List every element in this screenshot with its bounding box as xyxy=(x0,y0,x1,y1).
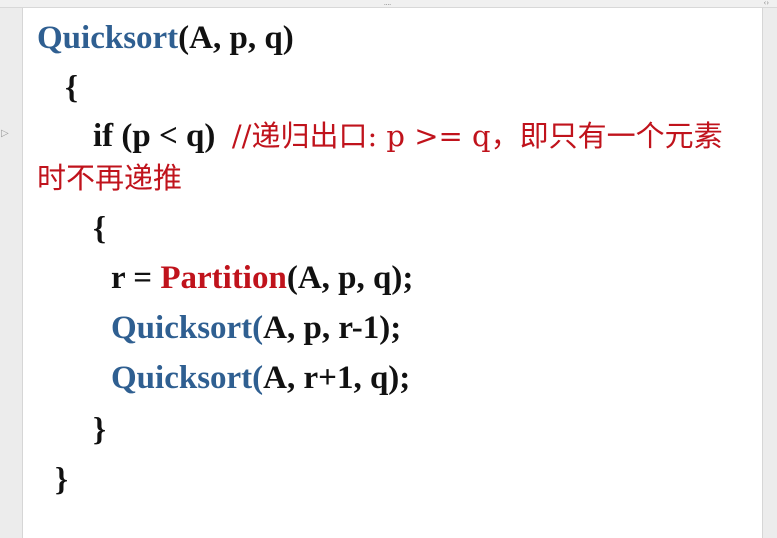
code-line-10: } xyxy=(55,462,69,498)
slide-canvas[interactable]: Quicksort(A, p, q) { if (p < q) //递归出口: … xyxy=(22,8,763,538)
if-condition: if (p < q) xyxy=(93,118,216,154)
code-line-8: Quicksort(A, r+1, q); xyxy=(111,358,410,398)
recursive-args-left: A, p, r-1); xyxy=(263,310,402,346)
slide-marker-icon: ▷ xyxy=(1,128,9,139)
code-comment: //递归出口: p >= q，即只有一个元素 xyxy=(231,119,723,153)
top-splitter-bar[interactable]: .... ‹› xyxy=(0,0,777,8)
resize-horizontal-icon[interactable]: ‹› xyxy=(764,0,769,7)
code-line-5: { xyxy=(93,211,107,247)
code-line-9: } xyxy=(93,412,107,448)
recursive-args-right: A, r+1, q); xyxy=(263,360,411,396)
recursive-call-left: Quicksort( xyxy=(111,310,264,346)
code-line-2: { xyxy=(65,70,79,106)
code-line-1: Quicksort(A, p, q) xyxy=(37,18,294,58)
code-comment-continued: 时不再递推 xyxy=(37,161,183,195)
code-line-3: if (p < q) //递归出口: p >= q，即只有一个元素 xyxy=(93,116,723,156)
function-args: (A, p, q) xyxy=(178,20,294,56)
code-line-4: 时不再递推 xyxy=(37,158,182,198)
function-name: Quicksort xyxy=(37,20,179,56)
recursive-call-right: Quicksort( xyxy=(111,360,264,396)
code-line-6: r = Partition(A, p, q); xyxy=(111,258,413,298)
partition-call: Partition xyxy=(160,260,287,296)
partition-args: (A, p, q); xyxy=(286,260,414,296)
code-line-7: Quicksort(A, p, r-1); xyxy=(111,308,401,348)
assign-lhs: r = xyxy=(111,260,161,296)
splitter-grip[interactable]: .... xyxy=(384,0,391,7)
